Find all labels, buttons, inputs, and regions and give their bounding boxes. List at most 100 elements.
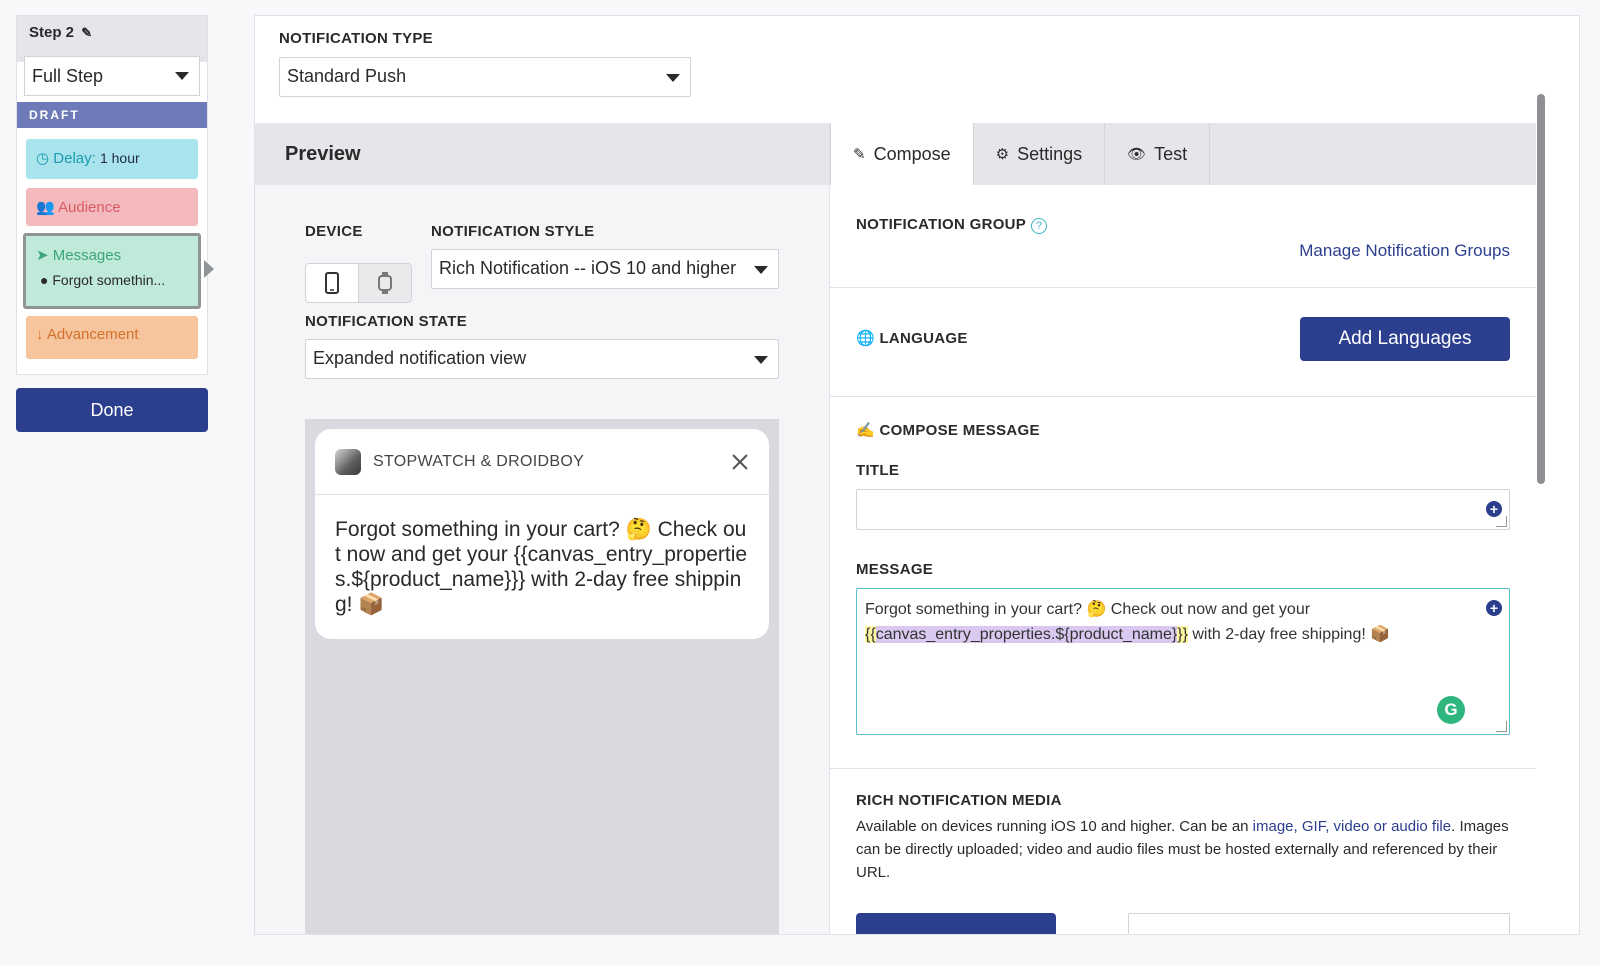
message-editor-modal: NOTIFICATION TYPE Standard Push Preview … (254, 15, 1580, 935)
divider (830, 287, 1536, 288)
notification-type-value: Standard Push (287, 66, 407, 86)
chevron-down-icon (666, 74, 680, 82)
tab-test-label: Test (1154, 143, 1188, 164)
notification-style-value: Rich Notification -- iOS 10 and higher (439, 258, 737, 278)
paper-plane-icon: ➤ (36, 247, 49, 264)
eye-icon: 👁 (1127, 146, 1147, 163)
message-text-start: Forgot something in your cart? 🤔 Check o… (865, 601, 1311, 618)
tab-compose[interactable]: ✎ Compose (830, 123, 974, 185)
advancement-label: Advancement (46, 326, 139, 343)
apple-icon: ● (40, 272, 49, 288)
preview-title: Preview (255, 123, 829, 185)
notification-style-select[interactable]: Rich Notification -- iOS 10 and higher (431, 249, 779, 289)
divider (830, 768, 1536, 769)
users-icon: 👥 (36, 199, 55, 216)
notification-state-value: Expanded notification view (313, 348, 527, 368)
close-icon[interactable] (731, 453, 749, 471)
watch-icon (378, 272, 392, 294)
component-delay[interactable]: ◷ Delay: 1 hour (26, 139, 198, 179)
upload-media-button[interactable] (856, 913, 1056, 934)
watch-device-button[interactable] (358, 264, 411, 302)
rich-notification-media-label: RICH NOTIFICATION MEDIA (856, 792, 1062, 809)
phone-preview: STOPWATCH & DROIDBOY Forgot something in… (305, 419, 779, 934)
add-personalization-icon[interactable]: + (1486, 501, 1502, 517)
message-item[interactable]: ● Forgot somethin... (40, 272, 188, 288)
pencil-icon: ✎ (853, 146, 866, 163)
title-input[interactable]: + (856, 489, 1510, 530)
draft-status-bar: DRAFT (17, 102, 207, 128)
tab-settings-label: Settings (1017, 143, 1083, 164)
device-label: DEVICE (305, 223, 363, 240)
notification-state-select[interactable]: Expanded notification view (305, 339, 779, 379)
rich-notification-media-description: Available on devices running iOS 10 and … (856, 815, 1516, 884)
divider (830, 396, 1536, 397)
help-icon[interactable]: ? (1031, 218, 1048, 234)
clock-icon: ◷ (36, 150, 50, 167)
liquid-brace-close: }} (1177, 626, 1188, 643)
notification-card: STOPWATCH & DROIDBOY Forgot something in… (315, 429, 769, 639)
media-text-start: Available on devices running iOS 10 and … (856, 818, 1253, 835)
media-types-link[interactable]: image, GIF, video or audio file (1253, 818, 1451, 835)
tab-settings[interactable]: ⚙ Settings (974, 123, 1106, 185)
tab-compose-label: Compose (873, 143, 951, 164)
add-languages-button[interactable]: Add Languages (1300, 317, 1510, 361)
compose-message-text: COMPOSE MESSAGE (879, 422, 1040, 439)
delay-value: 1 hour (99, 150, 140, 166)
notification-group-label: NOTIFICATION GROUP? (856, 216, 1048, 234)
edit-icon: ✍ (856, 422, 875, 439)
step-title: Step 2 (29, 24, 75, 41)
gear-icon: ⚙ (995, 146, 1010, 163)
selected-pointer (204, 260, 214, 278)
message-label: MESSAGE (856, 561, 934, 578)
app-name: STOPWATCH & DROIDBOY (373, 452, 585, 470)
arrow-down-icon: ↓ (36, 326, 44, 343)
language-label: 🌐 LANGUAGE (856, 329, 968, 347)
phone-device-button[interactable] (306, 264, 358, 302)
done-button[interactable]: Done (16, 388, 208, 432)
preview-panel: Preview DEVICE NOTIFICATION STYLE Rich N… (255, 123, 829, 934)
title-label: TITLE (856, 462, 900, 479)
chevron-down-icon (175, 72, 189, 80)
app-icon (335, 448, 361, 475)
message-text-end: with 2-day free shipping! 📦 (1187, 626, 1391, 643)
notification-body: Forgot something in your cart? 🤔 Check o… (335, 518, 748, 616)
compose-panel: ✎ Compose ⚙ Settings 👁 Test NOTIFICATION… (829, 123, 1536, 934)
notification-type-select[interactable]: Standard Push (279, 57, 691, 97)
notification-state-label: NOTIFICATION STATE (305, 313, 468, 330)
chevron-down-icon (754, 356, 768, 364)
tab-test[interactable]: 👁 Test (1105, 123, 1211, 185)
device-toggle (305, 263, 412, 303)
step-panel: Step 2 ✎ Full Step DRAFT ◷ Delay: 1 hour… (16, 15, 214, 375)
add-personalization-icon[interactable]: + (1486, 600, 1502, 616)
liquid-tag: canvas_entry_properties.${product_name} (875, 626, 1178, 643)
component-audience[interactable]: 👥 Audience (26, 188, 198, 226)
liquid-brace-open: {{ (865, 626, 876, 643)
delay-label: Delay: (53, 150, 96, 167)
chevron-down-icon (754, 266, 768, 274)
globe-icon: 🌐 (856, 330, 875, 347)
grammarly-icon[interactable]: G (1437, 696, 1465, 724)
component-advancement[interactable]: ↓ Advancement (26, 316, 198, 359)
step-mode-select[interactable]: Full Step (24, 56, 200, 96)
manage-notification-groups-link[interactable]: Manage Notification Groups (1299, 241, 1510, 261)
resize-handle[interactable] (1496, 516, 1507, 527)
message-textarea[interactable]: Forgot something in your cart? 🤔 Check o… (856, 588, 1510, 735)
component-messages[interactable]: ➤ Messages ● Forgot somethin... (23, 233, 201, 309)
notification-group-text: NOTIFICATION GROUP (856, 216, 1027, 233)
notification-header: STOPWATCH & DROIDBOY (315, 429, 769, 495)
language-text: LANGUAGE (879, 330, 968, 347)
message-value: Forgot something in your cart? 🤔 Check o… (857, 589, 1509, 655)
notification-type-label: NOTIFICATION TYPE (279, 30, 433, 47)
media-url-input[interactable] (1128, 913, 1510, 934)
phone-icon (325, 272, 339, 294)
tab-bar: ✎ Compose ⚙ Settings 👁 Test (830, 123, 1536, 185)
message-item-label: Forgot somethin... (52, 272, 166, 288)
audience-label: Audience (58, 199, 121, 216)
notification-style-label: NOTIFICATION STYLE (431, 223, 595, 240)
resize-handle[interactable] (1496, 721, 1507, 732)
pencil-icon[interactable]: ✎ (81, 25, 92, 40)
compose-message-label: ✍ COMPOSE MESSAGE (856, 421, 1040, 439)
scrollbar[interactable] (1537, 94, 1545, 484)
messages-label: Messages (52, 247, 122, 264)
step-mode-value: Full Step (32, 66, 104, 86)
